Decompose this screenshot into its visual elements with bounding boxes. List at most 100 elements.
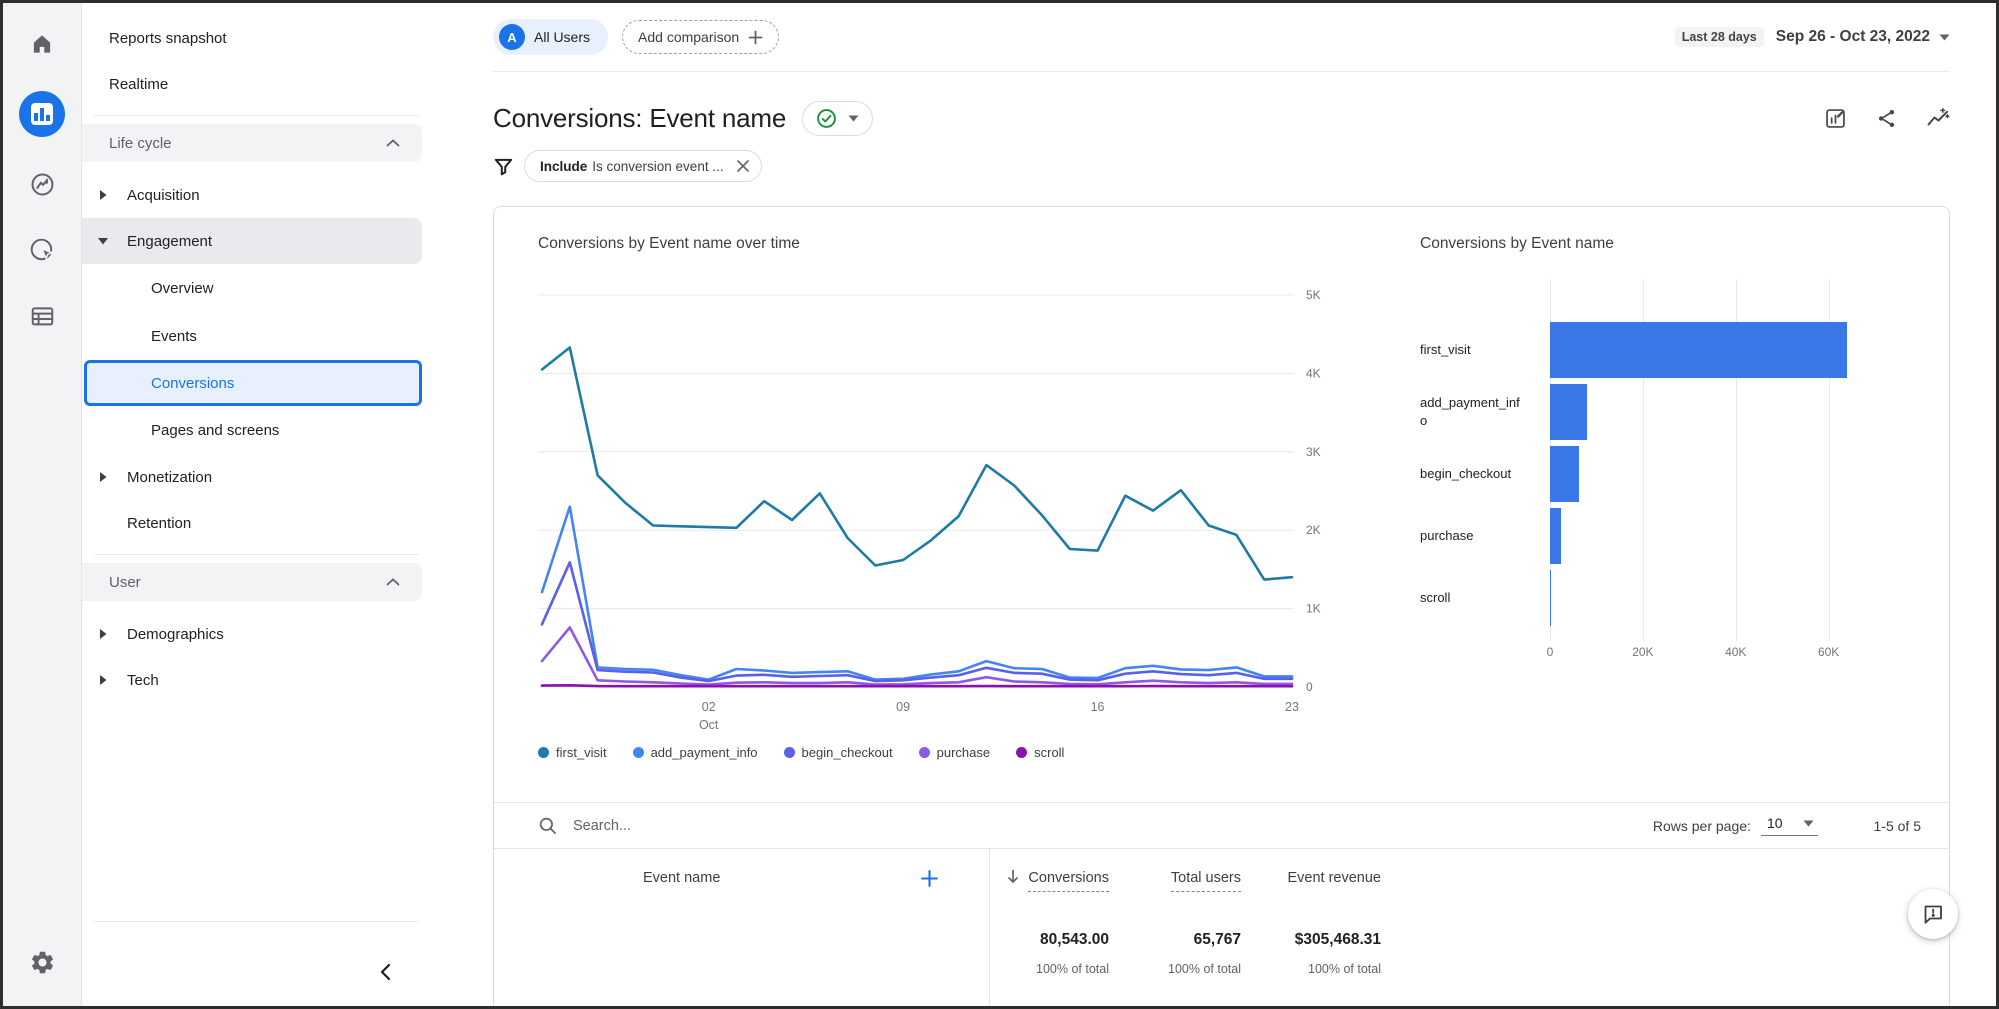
bar-chart-plot — [1550, 279, 1889, 641]
date-range-picker[interactable]: Last 28 days Sep 26 - Oct 23, 2022 — [1674, 27, 1950, 47]
legend-item-first_visit: first_visit — [538, 745, 607, 760]
totals-total-users: 65,767 100% of total — [1109, 931, 1241, 976]
sidebar-item-events[interactable]: Events — [82, 312, 491, 360]
totals-value: 80,543.00 — [1040, 931, 1109, 948]
bar-axis-label: 40K — [1725, 645, 1747, 659]
all-users-label: All Users — [534, 29, 591, 45]
column-header-event-revenue[interactable]: Event revenue — [1241, 870, 1381, 886]
advertising-icon[interactable] — [3, 237, 81, 264]
library-icon[interactable] — [3, 303, 81, 330]
bar-chart-section: Conversions by Event name first_visit add… — [1368, 235, 1949, 802]
sidebar-item-label: Realtime — [109, 75, 169, 93]
insights-icon[interactable] — [1926, 106, 1950, 130]
all-users-chip[interactable]: A All Users — [493, 19, 609, 55]
filter-chip[interactable]: Include Is conversion event ... — [524, 150, 762, 182]
column-label: Event revenue — [1287, 870, 1381, 886]
search-icon — [539, 817, 556, 834]
column-header-event-name[interactable]: Event name — [494, 869, 989, 888]
sidebar-section-life-cycle[interactable]: Life cycle — [82, 124, 422, 162]
sidebar-item-monetization[interactable]: Monetization — [82, 454, 422, 500]
sidebar-item-conversions-selected[interactable]: Conversions — [84, 360, 422, 406]
admin-gear-icon[interactable] — [3, 949, 81, 976]
totals-value: $305,468.31 — [1294, 931, 1381, 948]
dropdown-caret-icon — [1939, 28, 1950, 46]
bar-chart-title: Conversions by Event name — [1420, 235, 1614, 252]
line-chart-title: Conversions by Event name over time — [538, 235, 800, 252]
column-header-total-users[interactable]: Total users — [1109, 870, 1241, 892]
reports-active-circle — [19, 91, 65, 137]
bar-chart-axis: 0 20K 40K 60K — [1546, 641, 1889, 665]
add-comparison-button[interactable]: Add comparison — [622, 20, 780, 54]
totals-value: 65,767 — [1193, 931, 1241, 948]
section-label: User — [109, 573, 141, 591]
report-status-button[interactable] — [802, 100, 874, 136]
sidebar-section-user[interactable]: User — [82, 563, 422, 601]
charts-section: Conversions by Event name over time 0 1K 2… — [494, 207, 1949, 802]
sidebar-divider — [94, 921, 419, 922]
sidebar-item-label: Overview — [151, 279, 214, 297]
sidebar-item-retention[interactable]: Retention — [82, 500, 422, 546]
bar-chart: first_visit add_payment_info begin_checkou… — [1420, 279, 1889, 641]
sidebar-item-demographics[interactable]: Demographics — [82, 611, 422, 657]
legend-item-scroll: scroll — [1016, 745, 1064, 760]
sidebar-item-tech[interactable]: Tech — [82, 657, 422, 703]
report-actions — [1824, 106, 1950, 130]
funnel-icon — [494, 158, 513, 175]
rows-per-page: Rows per page: 10 — [1653, 815, 1818, 836]
left-icon-rail — [3, 3, 82, 1006]
rows-per-page-select[interactable]: 10 — [1760, 815, 1818, 836]
collapse-sidebar-icon[interactable] — [378, 962, 392, 982]
customize-report-icon[interactable] — [1824, 107, 1847, 130]
date-range-value: Sep 26 - Oct 23, 2022 — [1775, 28, 1930, 45]
legend-dot — [918, 747, 930, 758]
sidebar-item-reports-snapshot[interactable]: Reports snapshot — [82, 15, 491, 61]
table-toolbar: Rows per page: 10 1-5 of 5 — [494, 803, 1949, 849]
close-icon[interactable] — [736, 159, 750, 173]
sidebar-item-acquisition[interactable]: Acquisition — [82, 172, 422, 218]
triangle-down-icon — [95, 237, 111, 245]
bar-purchase — [1550, 508, 1562, 564]
bar-row — [1550, 381, 1889, 443]
add-plus-icon — [748, 30, 763, 44]
series-add_payment_info — [540, 505, 1294, 681]
reports-icon[interactable] — [3, 91, 81, 137]
sidebar-item-label: Tech — [127, 671, 159, 689]
add-column-icon[interactable] — [920, 869, 939, 888]
sidebar-item-label: Events — [151, 327, 197, 345]
sidebar-item-label: Reports snapshot — [109, 29, 227, 47]
explore-icon[interactable] — [3, 171, 81, 198]
app-window: Reports snapshot Realtime Life cycle Acq… — [0, 0, 1999, 1009]
share-icon[interactable] — [1875, 107, 1898, 130]
x-axis-label: 16 — [1091, 700, 1105, 714]
bar-axis-label: 0 — [1546, 645, 1554, 659]
column-label: Total users — [1170, 870, 1241, 892]
dropdown-caret-icon — [848, 115, 859, 121]
home-icon[interactable] — [3, 31, 81, 57]
rows-per-page-value: 10 — [1766, 815, 1783, 831]
bar-category-label: purchase — [1420, 528, 1474, 544]
table-totals-row: 80,543.00 100% of total 65,767 100% of t… — [494, 907, 1949, 976]
triangle-right-icon — [95, 472, 111, 482]
bar-begin_checkout — [1550, 446, 1580, 502]
chart-legend: first_visit add_payment_info begin_checkou… — [538, 745, 1368, 760]
pagination-status: 1-5 of 5 — [1873, 817, 1921, 834]
legend-dot — [632, 747, 644, 758]
date-range-preset-label: Last 28 days — [1674, 27, 1764, 47]
table-header-row: Event name Conversions Total users Event… — [494, 849, 1949, 907]
legend-item-purchase: purchase — [918, 745, 990, 760]
sidebar-item-pages-and-screens[interactable]: Pages and screens — [82, 406, 491, 454]
totals-percent: 100% of total — [1308, 962, 1381, 976]
page-title: Conversions: Event name — [493, 102, 787, 133]
sidebar-item-engagement[interactable]: Engagement — [82, 218, 422, 264]
bar-row — [1550, 443, 1889, 505]
legend-label: scroll — [1034, 745, 1065, 760]
sidebar-item-realtime[interactable]: Realtime — [82, 61, 491, 107]
comparison-bar: A All Users Add comparison Last 28 days … — [493, 3, 1950, 72]
column-header-conversions[interactable]: Conversions — [989, 869, 1109, 892]
bar-row — [1550, 505, 1889, 567]
search-input[interactable] — [571, 816, 991, 835]
report-card: Conversions by Event name over time 0 1K 2… — [493, 206, 1950, 1006]
legend-item-begin_checkout: begin_checkout — [783, 745, 893, 760]
sidebar-item-overview[interactable]: Overview — [82, 264, 491, 312]
feedback-button[interactable] — [1908, 889, 1958, 939]
